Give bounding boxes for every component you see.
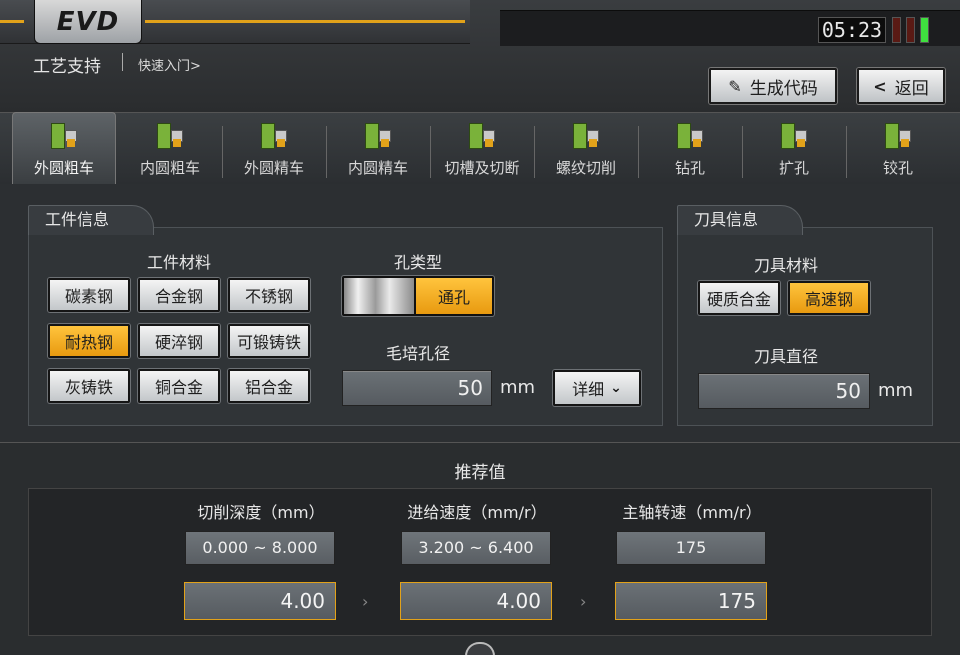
spindle-speed-input[interactable]: 175 [615, 582, 767, 620]
cut-depth-range: 0.000 ~ 8.000 [185, 531, 335, 565]
tab-reaming[interactable]: 铰孔 [846, 112, 950, 184]
tab-inner-finish[interactable]: 内圆精车 [326, 112, 430, 184]
status-led-green [920, 17, 929, 43]
blank-hole-label: 毛培孔径 [385, 344, 450, 363]
breadcrumb[interactable]: 快速入门> [138, 55, 201, 74]
logo: EVD [34, 0, 142, 44]
chevron-down-icon: ⌄ [610, 380, 622, 396]
accent-line [145, 20, 465, 23]
blank-hole-input[interactable]: 50 [342, 370, 492, 406]
feed-rate-input[interactable]: 4.00 [400, 582, 552, 620]
cut-depth-input[interactable]: 4.00 [184, 582, 336, 620]
tab-outer-rough[interactable]: 外圆粗车 [12, 112, 116, 184]
material-hardened-steel[interactable]: 硬淬钢 [138, 324, 220, 358]
drill-icon [675, 121, 705, 151]
material-stainless-steel[interactable]: 不锈钢 [228, 278, 310, 312]
edit-icon: ✎ [728, 76, 742, 96]
unit-label: mm [878, 380, 914, 401]
generate-code-label: 生成代码 [749, 78, 818, 99]
hole-type-label: 孔类型 [393, 253, 442, 272]
spindle-speed-label: 主轴转速（mm/r） [622, 503, 762, 522]
turning-icon [363, 121, 393, 151]
accent-line [0, 20, 24, 23]
ream-icon [883, 121, 913, 151]
back-label: 返回 [894, 78, 929, 99]
chevron-left-icon: < [873, 76, 887, 96]
material-heat-resistant-steel[interactable]: 耐热钢 [48, 324, 130, 358]
status-led-red [906, 17, 915, 43]
tool-diameter-input[interactable]: 50 [698, 373, 870, 409]
material-carbon-steel[interactable]: 碳素钢 [48, 278, 130, 312]
page-title: 工艺支持 [33, 57, 101, 77]
back-button[interactable]: < 返回 [857, 68, 945, 104]
workpiece-material-label: 工件材料 [146, 253, 211, 272]
grooving-icon [467, 121, 497, 151]
chevron-right-icon: › [362, 592, 369, 611]
material-alloy-steel[interactable]: 合金钢 [138, 278, 220, 312]
tool-material-carbide[interactable]: 硬质合金 [698, 281, 780, 315]
status-led-red [892, 17, 901, 43]
expand-hole-icon [779, 121, 809, 151]
cut-depth-label: 切削深度（mm） [197, 503, 325, 522]
unit-label: mm [500, 377, 536, 398]
tab-threading[interactable]: 螺纹切削 [534, 112, 638, 184]
tool-material-hss[interactable]: 高速钢 [788, 281, 870, 315]
detail-dropdown-button[interactable]: 详细 ⌄ [553, 370, 641, 406]
tab-grooving[interactable]: 切槽及切断 [430, 112, 534, 184]
hole-type-value: 通孔 [416, 278, 492, 314]
chevron-right-icon: › [580, 592, 587, 611]
tool-material-label: 刀具材料 [753, 256, 818, 275]
material-copper-alloy[interactable]: 铜合金 [138, 369, 220, 403]
divider [122, 53, 123, 71]
material-malleable-iron[interactable]: 可锻铸铁 [228, 324, 310, 358]
feed-rate-range: 3.200 ~ 6.400 [401, 531, 551, 565]
turning-icon [49, 121, 79, 151]
material-gray-iron[interactable]: 灰铸铁 [48, 369, 130, 403]
logo-text: EVD [56, 6, 120, 37]
feed-rate-label: 进给速度（mm/r） [407, 503, 547, 522]
hole-type-toggle[interactable]: 通孔 [342, 276, 494, 316]
tab-reaming-expand[interactable]: 扩孔 [742, 112, 846, 184]
threading-icon [571, 121, 601, 151]
generate-code-button[interactable]: ✎ 生成代码 [709, 68, 837, 104]
tab-outer-finish[interactable]: 外圆精车 [222, 112, 326, 184]
tab-drilling[interactable]: 钻孔 [638, 112, 742, 184]
material-aluminum-alloy[interactable]: 铝合金 [228, 369, 310, 403]
turning-icon [259, 121, 289, 151]
turning-icon [155, 121, 185, 151]
spindle-speed-range: 175 [616, 531, 766, 565]
detail-label: 详细 [572, 380, 605, 399]
workpiece-panel-title: 工件信息 [28, 205, 154, 235]
toggle-knob[interactable] [344, 278, 416, 314]
tool-panel-title: 刀具信息 [677, 205, 803, 235]
tool-diameter-label: 刀具直径 [753, 347, 818, 366]
tab-inner-rough[interactable]: 内圆粗车 [118, 112, 222, 184]
status-bar [500, 10, 960, 46]
clock: 05:23 [818, 17, 886, 43]
recommended-title: 推荐值 [454, 463, 506, 483]
